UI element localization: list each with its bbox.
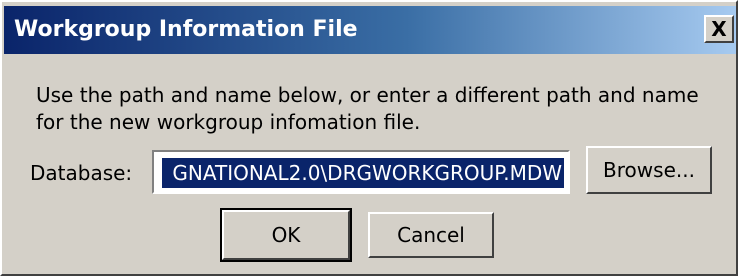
close-icon: X — [711, 17, 727, 41]
ok-button-label: OK — [271, 223, 301, 247]
cancel-button-label: Cancel — [397, 223, 465, 247]
dialog-title: Workgroup Information File — [14, 17, 358, 42]
close-button[interactable]: X — [704, 15, 734, 43]
instruction-text: Use the path and name below, or enter a … — [36, 83, 699, 134]
browse-button-label: Browse... — [603, 158, 695, 182]
cancel-button[interactable]: Cancel — [368, 212, 494, 258]
database-path-selection: GNATIONAL2.0\DRGWORKGROUP.MDW — [161, 157, 565, 189]
workgroup-info-dialog: Workgroup Information File X Use the pat… — [0, 0, 738, 276]
browse-button[interactable]: Browse... — [586, 146, 712, 194]
title-bar[interactable]: Workgroup Information File X — [4, 6, 736, 54]
database-path-field[interactable]: GNATIONAL2.0\DRGWORKGROUP.MDW — [152, 150, 570, 194]
ok-button[interactable]: OK — [220, 208, 352, 262]
database-path-value: GNATIONAL2.0\DRGWORKGROUP.MDW — [172, 161, 562, 185]
database-label: Database: — [30, 161, 133, 185]
